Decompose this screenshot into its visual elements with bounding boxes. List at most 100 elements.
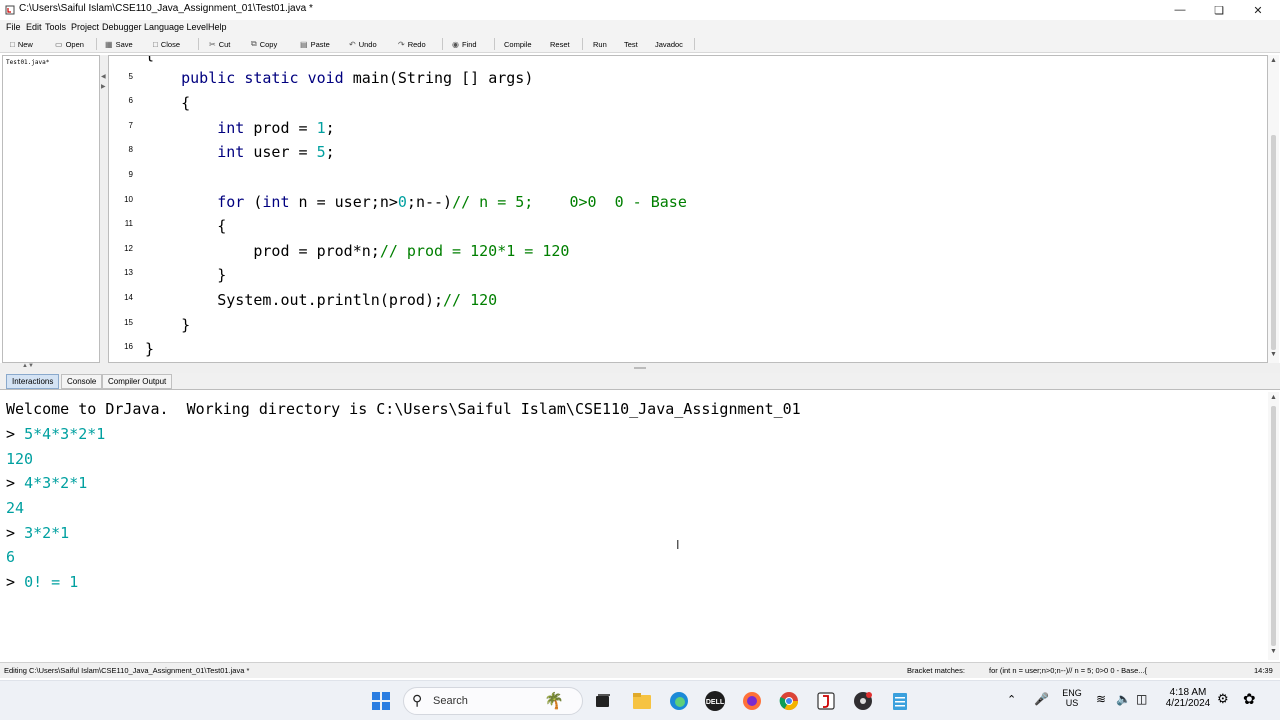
interaction-current-input[interactable]: 0! = 1 — [24, 573, 78, 591]
reset-button[interactable]: Reset — [550, 37, 570, 51]
test-button[interactable]: Test — [624, 37, 638, 51]
vertical-splitter[interactable]: ◀ ▶ — [100, 55, 108, 363]
expand-right-arrow-icon[interactable]: ▶ — [101, 83, 106, 90]
redo-button[interactable]: ↷ Redo — [398, 37, 426, 51]
clock-time: 4:18 AM — [1169, 687, 1207, 698]
menu-tools[interactable]: Tools — [45, 22, 66, 32]
menu-edit[interactable]: Edit — [26, 22, 42, 32]
dell-icon[interactable]: DELL — [703, 689, 727, 713]
code-line[interactable]: public static void main(String [] args) — [145, 68, 533, 88]
menu-language-level[interactable]: Language Level — [144, 22, 208, 32]
run-label: Run — [593, 39, 607, 49]
menu-project[interactable]: Project — [71, 22, 99, 32]
svg-text:DELL: DELL — [706, 699, 725, 706]
javadoc-button[interactable]: Javadoc — [655, 37, 683, 51]
close-icon: ✕ — [1253, 4, 1263, 17]
code-line[interactable]: } — [145, 265, 226, 285]
run-button[interactable]: Run — [593, 37, 607, 51]
copy-button[interactable]: ⧉ Copy — [251, 37, 277, 51]
scrollbar-thumb[interactable] — [1271, 406, 1276, 646]
code-line[interactable]: int user = 5; — [145, 142, 334, 162]
windows-start-icon[interactable] — [369, 689, 393, 713]
minimize-button[interactable]: — — [1161, 0, 1199, 20]
paste-icon: ▤ — [300, 39, 308, 49]
taskbar: ⚲ Search 🌴 DELL ⌃ 🎤 ENG US ≋ 🔈 ◫ 4:18 AM… — [0, 680, 1280, 720]
splitter-arrows-icon[interactable]: ▲▼ — [22, 363, 34, 369]
paste-button[interactable]: ▤ Paste — [300, 37, 330, 51]
tab-compiler-output[interactable]: Compiler Output — [102, 374, 173, 389]
line-number: 16 — [124, 342, 133, 351]
scroll-down-arrow-icon[interactable]: ▼ — [1270, 351, 1277, 358]
undo-icon: ↶ — [349, 39, 356, 49]
notification-icon[interactable]: ⚙ — [1217, 691, 1229, 707]
notepad-icon[interactable] — [888, 689, 912, 713]
code-area[interactable]: { public static void main(String [] args… — [145, 56, 1265, 362]
obs-icon[interactable] — [851, 689, 875, 713]
close-button[interactable]: ✕ — [1239, 0, 1277, 20]
close-file-button[interactable]: □ Close — [153, 37, 180, 51]
wifi-icon[interactable]: ≋ — [1096, 692, 1106, 706]
open-button[interactable]: ▭ Open — [55, 37, 84, 51]
menu-debugger[interactable]: Debugger — [102, 22, 142, 32]
cut-button[interactable]: ✂ Cut — [209, 37, 230, 51]
code-line[interactable]: } — [145, 339, 154, 359]
javadoc-label: Javadoc — [655, 39, 683, 49]
bracket-matches-label: Bracket matches: — [907, 666, 965, 675]
code-line[interactable]: } — [145, 315, 190, 335]
scroll-up-arrow-icon[interactable]: ▲ — [1270, 394, 1277, 401]
code-line[interactable]: for (int n = user;n>0;n--)// n = 5; 0>0 … — [145, 192, 687, 212]
code-line[interactable]: { — [145, 93, 190, 113]
editor-scrollbar[interactable]: ▲ ▼ — [1268, 55, 1279, 363]
toolbar: □ New ▭ Open ▦ Save □ Close ✂ Cut ⧉ Copy ▤ Past… — [0, 35, 1280, 53]
clock[interactable]: 4:18 AM 4/21/2024 — [1160, 687, 1216, 709]
interactions-scrollbar[interactable]: ▲ ▼ — [1268, 392, 1279, 660]
copilot-icon[interactable]: ✿ — [1243, 690, 1256, 708]
chrome-icon[interactable] — [777, 689, 801, 713]
code-editor[interactable]: 5 6 7 8 9 10 11 12 13 14 15 16 { public … — [108, 55, 1268, 363]
horizontal-splitter[interactable]: ▲▼ — [0, 363, 1280, 373]
interaction-input-line: > 4*3*2*1 — [6, 473, 87, 493]
code-line[interactable]: { — [145, 56, 154, 64]
tab-interactions[interactable]: Interactions — [6, 374, 60, 389]
tab-console[interactable]: Console — [61, 374, 103, 389]
volume-icon[interactable]: 🔈 — [1116, 692, 1131, 706]
compile-button[interactable]: Compile — [504, 37, 532, 51]
redo-label: Redo — [407, 39, 426, 49]
file-explorer-icon[interactable] — [630, 689, 654, 713]
show-hidden-icons-chevron-icon[interactable]: ⌃ — [1007, 693, 1016, 706]
drjava-icon[interactable] — [814, 689, 838, 713]
interactions-pane[interactable]: Welcome to DrJava. Working directory is … — [0, 392, 1268, 660]
save-button[interactable]: ▦ Save — [105, 37, 133, 51]
menu-file[interactable]: File — [6, 22, 21, 32]
taskbar-search[interactable]: ⚲ Search 🌴 — [403, 687, 583, 715]
scroll-up-arrow-icon[interactable]: ▲ — [1270, 57, 1277, 64]
prompt-symbol: > — [6, 524, 16, 542]
toolbar-divider — [582, 38, 583, 50]
scroll-down-arrow-icon[interactable]: ▼ — [1270, 648, 1277, 655]
code-line[interactable]: { — [145, 216, 226, 236]
code-line[interactable]: prod = prod*n;// prod = 120*1 = 120 — [145, 241, 569, 261]
microphone-icon[interactable]: 🎤 — [1034, 692, 1049, 706]
language-code: ENG — [1062, 688, 1082, 698]
code-line[interactable]: System.out.println(prod);// 120 — [145, 290, 497, 310]
maximize-button[interactable]: ❏ — [1200, 0, 1238, 20]
menu-bar: File Edit Tools Project Debugger Languag… — [0, 20, 1280, 35]
new-button[interactable]: □ New — [10, 37, 33, 51]
interaction-input: 3*2*1 — [24, 524, 70, 542]
undo-button[interactable]: ↶ Undo — [349, 37, 377, 51]
task-view-icon[interactable] — [591, 689, 615, 713]
menu-help[interactable]: Help — [208, 22, 227, 32]
file-item-test01[interactable]: Test01.java* — [6, 59, 49, 66]
code-line[interactable]: int prod = 1; — [145, 118, 334, 138]
collapse-left-arrow-icon[interactable]: ◀ — [101, 73, 106, 80]
prompt-symbol: > — [6, 573, 16, 591]
scrollbar-thumb[interactable] — [1271, 135, 1276, 350]
firefox-icon[interactable] — [740, 689, 764, 713]
interaction-input: 5*4*3*2*1 — [24, 425, 106, 443]
interaction-input-line[interactable]: > 0! = 1 — [6, 572, 78, 592]
splitter-grip[interactable] — [634, 367, 646, 369]
language-indicator[interactable]: ENG US — [1058, 688, 1086, 708]
battery-icon[interactable]: ◫ — [1136, 692, 1147, 706]
edge-icon[interactable] — [667, 689, 691, 713]
find-button[interactable]: ◉ Find — [452, 37, 477, 51]
